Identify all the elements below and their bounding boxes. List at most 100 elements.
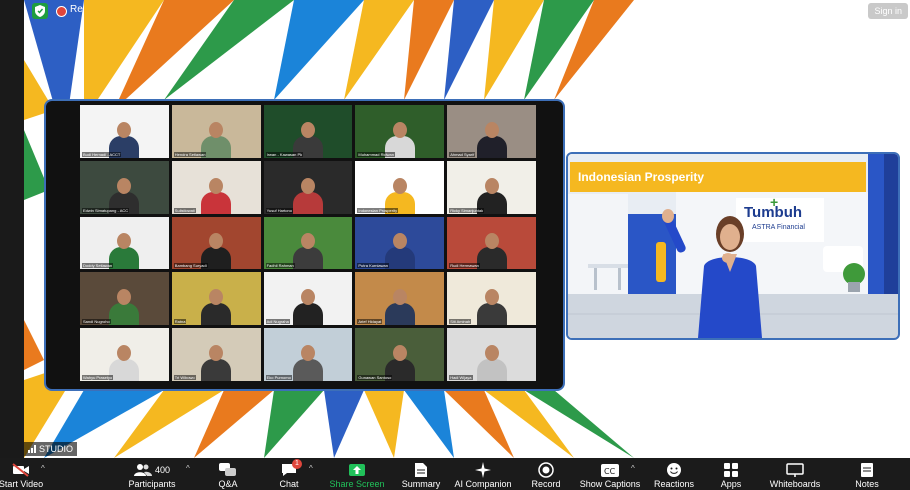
sign-in-button[interactable]: Sign in <box>868 3 908 19</box>
participant-avatar <box>291 174 325 214</box>
chat-label: Chat <box>279 479 299 489</box>
participant-name: Ricky Simanjuntak <box>449 207 485 213</box>
meeting-top-strip: Re Sign in <box>24 0 910 22</box>
participant-avatar <box>291 285 325 326</box>
participant-tile[interactable]: Sulistiowati <box>171 160 261 214</box>
participant-tile[interactable]: Fadhil Rahman <box>263 216 353 270</box>
qa-button[interactable]: Q&A <box>210 458 246 490</box>
participant-name: Putra Kurniawan <box>357 263 389 269</box>
participant-name: Adi Nugraha <box>265 319 290 325</box>
notes-icon <box>860 461 874 479</box>
summary-icon <box>414 461 428 479</box>
participant-name: Arief Hidayat <box>357 319 383 325</box>
participant-name: Edwin Simatupang - ACC <box>82 207 130 213</box>
participant-tile[interactable]: Bambang Suryadi <box>171 216 261 270</box>
meeting-toolbar: Start Video ^ 400 Participants ^ Q&A 1 C… <box>0 458 910 490</box>
record-label: Record <box>531 479 561 489</box>
participants-options-caret-icon[interactable]: ^ <box>186 464 190 473</box>
participant-tile[interactable]: Gunawan Santoso <box>355 328 445 381</box>
participant-name: Yusuf Hartono <box>265 207 293 213</box>
participant-tile[interactable]: Indonesian Prosperity <box>355 160 445 214</box>
participant-name: Fadhil Rahman <box>265 263 295 269</box>
share-screen-button[interactable]: Share Screen <box>329 458 385 490</box>
recording-icon[interactable] <box>56 6 67 17</box>
participant-avatar <box>291 341 325 381</box>
participant-name: Irwan - Kawasan Pk <box>265 151 304 157</box>
participant-tile[interactable]: Arief Hidayat <box>355 272 445 326</box>
participant-name: Budi Hernadi - ACCT <box>82 151 122 157</box>
participant-tile[interactable]: Eko Purnomo <box>263 328 353 381</box>
whiteboards-button[interactable]: Whiteboards <box>766 458 824 490</box>
participant-name: Ahmad Syarif <box>449 151 476 157</box>
start-video-label: Start Video <box>0 479 44 489</box>
apps-button[interactable]: Apps <box>716 458 746 490</box>
participant-name: Gunawan Santoso <box>357 374 393 380</box>
participant-tile[interactable]: Ahmad Syarif <box>447 105 536 158</box>
participant-name: Siti Aminah <box>449 319 472 325</box>
reactions-icon <box>666 461 682 479</box>
chat-options-caret-icon[interactable]: ^ <box>309 464 313 473</box>
participants-icon: 400 <box>133 461 171 479</box>
participant-tile[interactable]: Rudi Hermawan <box>447 216 536 270</box>
captions-icon: CC <box>601 461 619 479</box>
participant-tile[interactable]: Hendra Setiawan <box>171 105 261 158</box>
show-captions-button[interactable]: CC Show Captions <box>578 458 642 490</box>
reactions-button[interactable]: Reactions <box>650 458 698 490</box>
participant-name: Wahyu Prasetyo <box>82 374 114 380</box>
participant-tile[interactable]: Irwan - Kawasan Pk <box>263 105 353 158</box>
captions-options-caret-icon[interactable]: ^ <box>631 464 635 473</box>
participant-tile[interactable]: Ratna <box>171 272 261 326</box>
participant-avatar <box>199 341 233 381</box>
participant-avatar <box>475 341 509 381</box>
participant-tile[interactable]: Muhammad Ridwan <box>355 105 445 158</box>
whiteboard-icon <box>786 461 804 479</box>
participant-name: Sandi Nugroho <box>82 319 111 325</box>
participant-tile[interactable]: Putra Kurniawan <box>355 216 445 270</box>
qa-label: Q&A <box>218 479 238 489</box>
participant-name: Doddy Setiawan <box>82 263 114 269</box>
participant-tile[interactable]: Wahyu Prasetyo <box>80 328 169 381</box>
participant-avatar <box>199 174 233 214</box>
share-screen-icon <box>348 461 366 479</box>
participants-count: 400 <box>154 465 171 475</box>
participant-tile[interactable]: Adi Nugraha <box>263 272 353 326</box>
summary-label: Summary <box>401 479 441 489</box>
apps-icon <box>723 461 739 479</box>
security-shield-icon[interactable] <box>32 3 48 19</box>
presenter-video[interactable]: Indonesian Prosperity Tumbuh + ASTRA Fin… <box>566 152 900 340</box>
recording-label: Re <box>70 4 83 15</box>
participant-tile[interactable]: Budi Hernadi - ACCT <box>80 105 169 158</box>
qa-icon <box>219 461 237 479</box>
record-button[interactable]: Record <box>528 458 564 490</box>
notes-button[interactable]: Notes <box>850 458 884 490</box>
participant-name: Muhammad Ridwan <box>357 151 395 157</box>
svg-text:CC: CC <box>604 467 616 476</box>
reactions-label: Reactions <box>653 479 695 489</box>
participant-gallery: Budi Hernadi - ACCT Hendra Setiawan Irwan … <box>80 105 536 381</box>
start-video-button[interactable]: Start Video <box>0 458 48 490</box>
record-icon <box>538 461 554 479</box>
chat-badge: 1 <box>292 459 302 469</box>
video-options-caret-icon[interactable]: ^ <box>41 464 45 473</box>
participant-tile[interactable]: Ricky Simanjuntak <box>447 160 536 214</box>
participant-tile[interactable]: Hadi Wijaya <box>447 328 536 381</box>
signal-bars-icon <box>28 445 36 453</box>
video-off-icon <box>12 461 30 479</box>
studio-label-text: STUDIO <box>39 444 74 454</box>
participant-tile[interactable]: Siti Aminah <box>447 272 536 326</box>
ai-companion-button[interactable]: AI Companion <box>452 458 514 490</box>
participant-avatar <box>291 229 325 270</box>
participant-avatar <box>199 285 233 326</box>
participant-name: Hadi Wijaya <box>449 374 473 380</box>
participant-tile[interactable]: Tri Wibowo <box>171 328 261 381</box>
participant-tile[interactable]: Sandi Nugroho <box>80 272 169 326</box>
participant-tile[interactable]: Doddy Setiawan <box>80 216 169 270</box>
whiteboards-label: Whiteboards <box>769 479 821 489</box>
chat-button[interactable]: 1 Chat <box>274 458 304 490</box>
participants-button[interactable]: 400 Participants <box>126 458 178 490</box>
participant-avatar <box>475 118 509 158</box>
participant-tile[interactable]: Yusuf Hartono <box>263 160 353 214</box>
participants-label: Participants <box>128 479 176 489</box>
participant-tile[interactable]: Edwin Simatupang - ACC <box>80 160 169 214</box>
summary-button[interactable]: Summary <box>398 458 444 490</box>
